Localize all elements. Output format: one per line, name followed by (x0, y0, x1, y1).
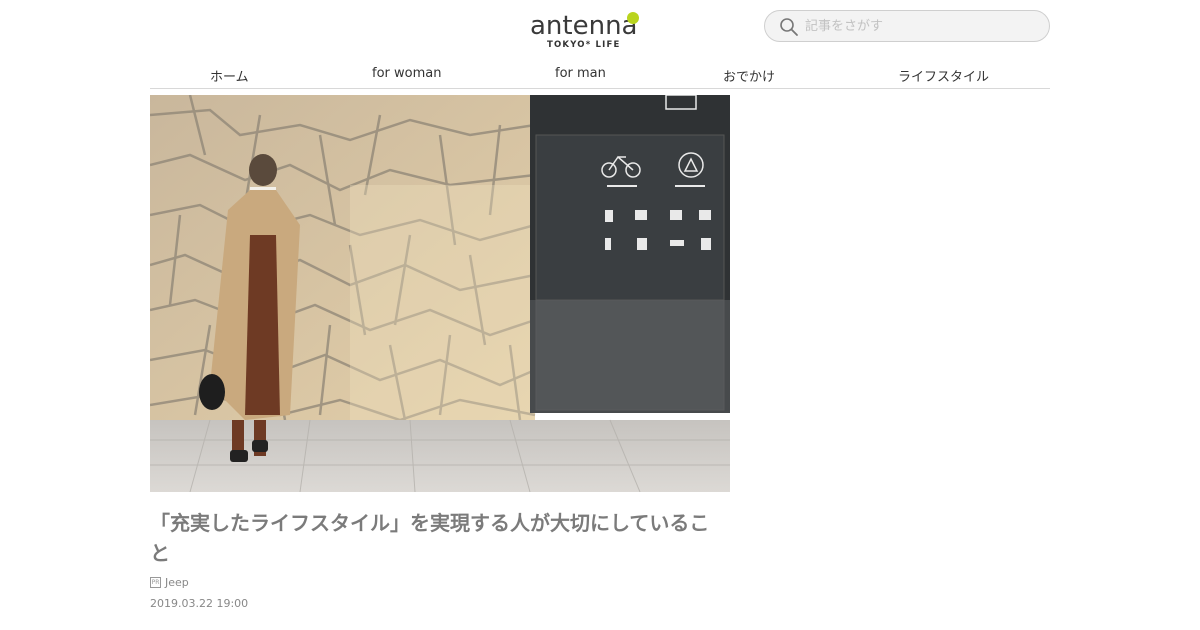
logo-wordmark: antenna (530, 11, 638, 41)
article-sponsor: PR Jeep (150, 575, 189, 589)
pr-badge-icon: PR (150, 576, 161, 588)
search-icon[interactable] (779, 17, 799, 37)
nav-item-home[interactable]: ホーム (210, 66, 249, 85)
site-logo[interactable]: antenna TOKYO* LIFE (528, 10, 643, 52)
site-header: antenna TOKYO* LIFE (0, 0, 1200, 60)
logo-subtitle: TOKYO* LIFE (547, 40, 621, 50)
nav-item-odekake[interactable]: おでかけ (723, 66, 775, 85)
hero-photo (150, 95, 730, 492)
article-title[interactable]: 「充実したライフスタイル」を実現する人が大切にしていること (150, 508, 710, 568)
nav-item-for-man[interactable]: for man (555, 66, 606, 81)
search-box[interactable] (764, 10, 1050, 42)
article-date: 2019.03.22 19:00 (150, 597, 249, 610)
nav-item-lifestyle[interactable]: ライフスタイル (898, 66, 989, 85)
sponsor-name: Jeep (165, 575, 189, 589)
nav-item-for-woman[interactable]: for woman (372, 66, 441, 81)
search-input[interactable] (805, 15, 1035, 37)
logo-accent-icon (627, 12, 639, 24)
main-nav: ホーム for woman for man おでかけ ライフスタイル (150, 60, 1050, 89)
article-hero-image[interactable] (150, 95, 730, 492)
